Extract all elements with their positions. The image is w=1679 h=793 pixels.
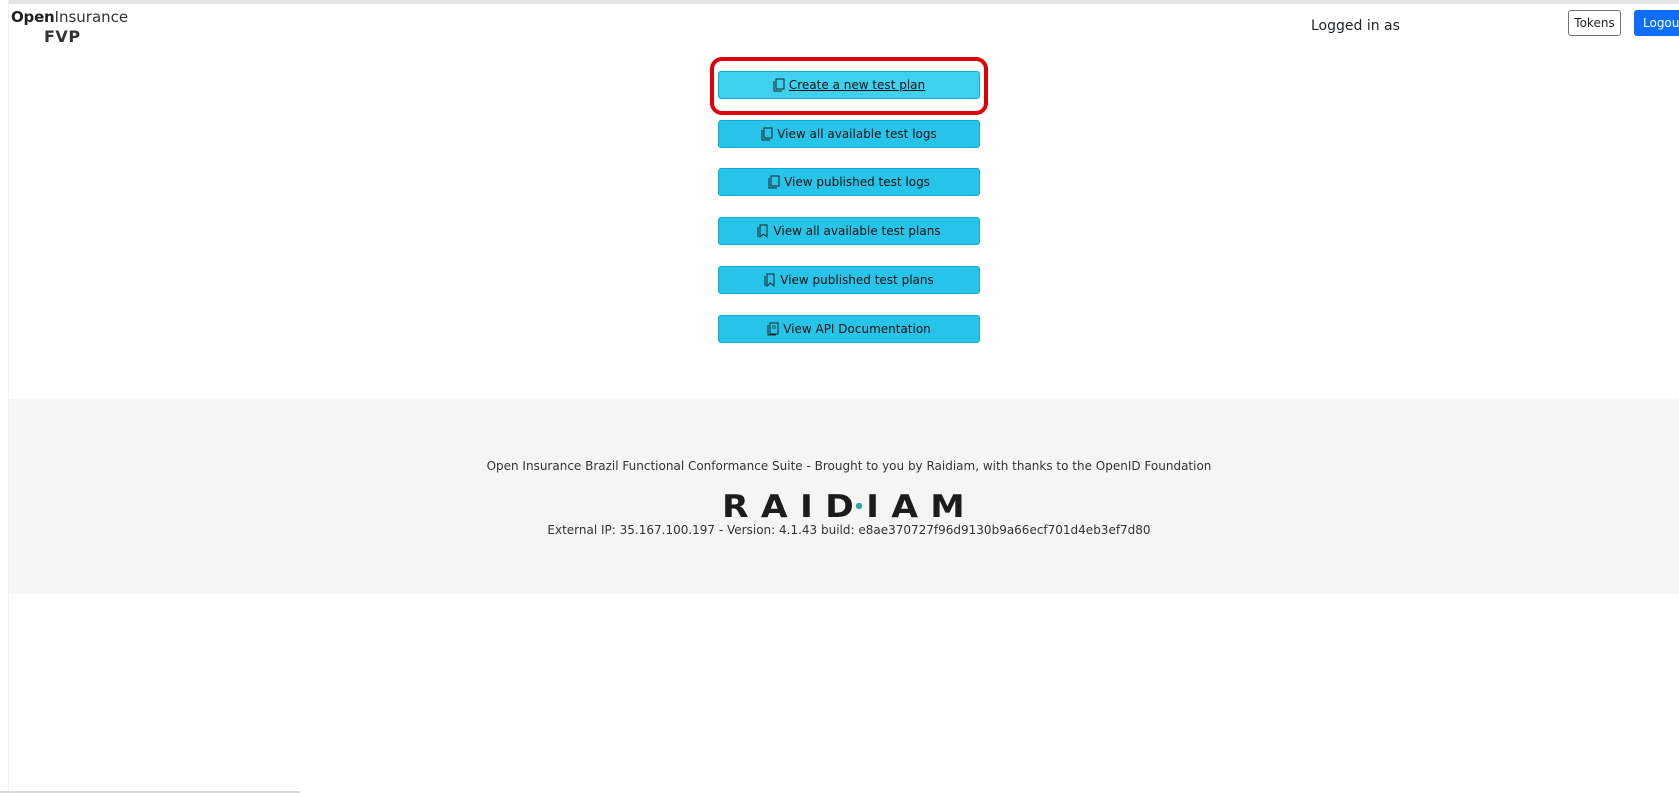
- view-published-test-plans-label: View published test plans: [780, 273, 934, 287]
- raidiam-logo: RAIDIAM: [722, 491, 977, 519]
- open-insurance-logo[interactable]: OpenInsurance FVP: [11, 8, 128, 47]
- view-api-documentation-label: View API Documentation: [783, 322, 931, 336]
- logo-wordmark: OpenInsurance: [11, 8, 128, 26]
- browser-top-edge: [0, 0, 1679, 4]
- footer-build-info: External IP: 35.167.100.197 - Version: 4…: [547, 523, 1151, 537]
- view-published-test-plans-button[interactable]: View published test plans: [718, 266, 980, 294]
- bookmark-icon: [764, 273, 775, 287]
- file-copy-icon: [773, 78, 785, 92]
- view-api-documentation-button[interactable]: View API Documentation: [718, 315, 980, 343]
- tokens-button[interactable]: Tokens: [1568, 10, 1621, 36]
- create-test-plan-button[interactable]: Create a new test plan: [718, 71, 980, 99]
- view-all-test-logs-button[interactable]: View all available test logs: [718, 120, 980, 148]
- view-all-test-plans-button[interactable]: View all available test plans: [718, 217, 980, 245]
- view-all-test-logs-label: View all available test logs: [777, 127, 937, 141]
- logged-in-label: Logged in as: [1311, 18, 1400, 34]
- bookmark-icon: [757, 224, 768, 238]
- logo-fvp-text: FVP: [44, 27, 81, 46]
- app-window: OpenInsurance FVP Logged in as Tokens Lo…: [0, 0, 1679, 793]
- view-published-test-logs-label: View published test logs: [784, 175, 930, 189]
- logo-insurance-text: Insurance: [54, 8, 129, 26]
- raidiam-accent-dot: [855, 502, 863, 510]
- create-test-plan-label: Create a new test plan: [788, 78, 926, 92]
- left-edge: [0, 0, 9, 793]
- logout-button[interactable]: Logout: [1634, 10, 1679, 36]
- logo-open-text: Open: [11, 8, 55, 26]
- footer-credit: Open Insurance Brazil Functional Conform…: [486, 459, 1212, 473]
- raidiam-wordmark: RAIDIAM: [722, 491, 977, 519]
- file-copy-icon: [768, 175, 780, 189]
- view-all-test-plans-label: View all available test plans: [773, 224, 941, 238]
- file-copy-icon: [761, 127, 773, 141]
- book-icon: [767, 322, 779, 336]
- view-published-test-logs-button[interactable]: View published test logs: [718, 168, 980, 196]
